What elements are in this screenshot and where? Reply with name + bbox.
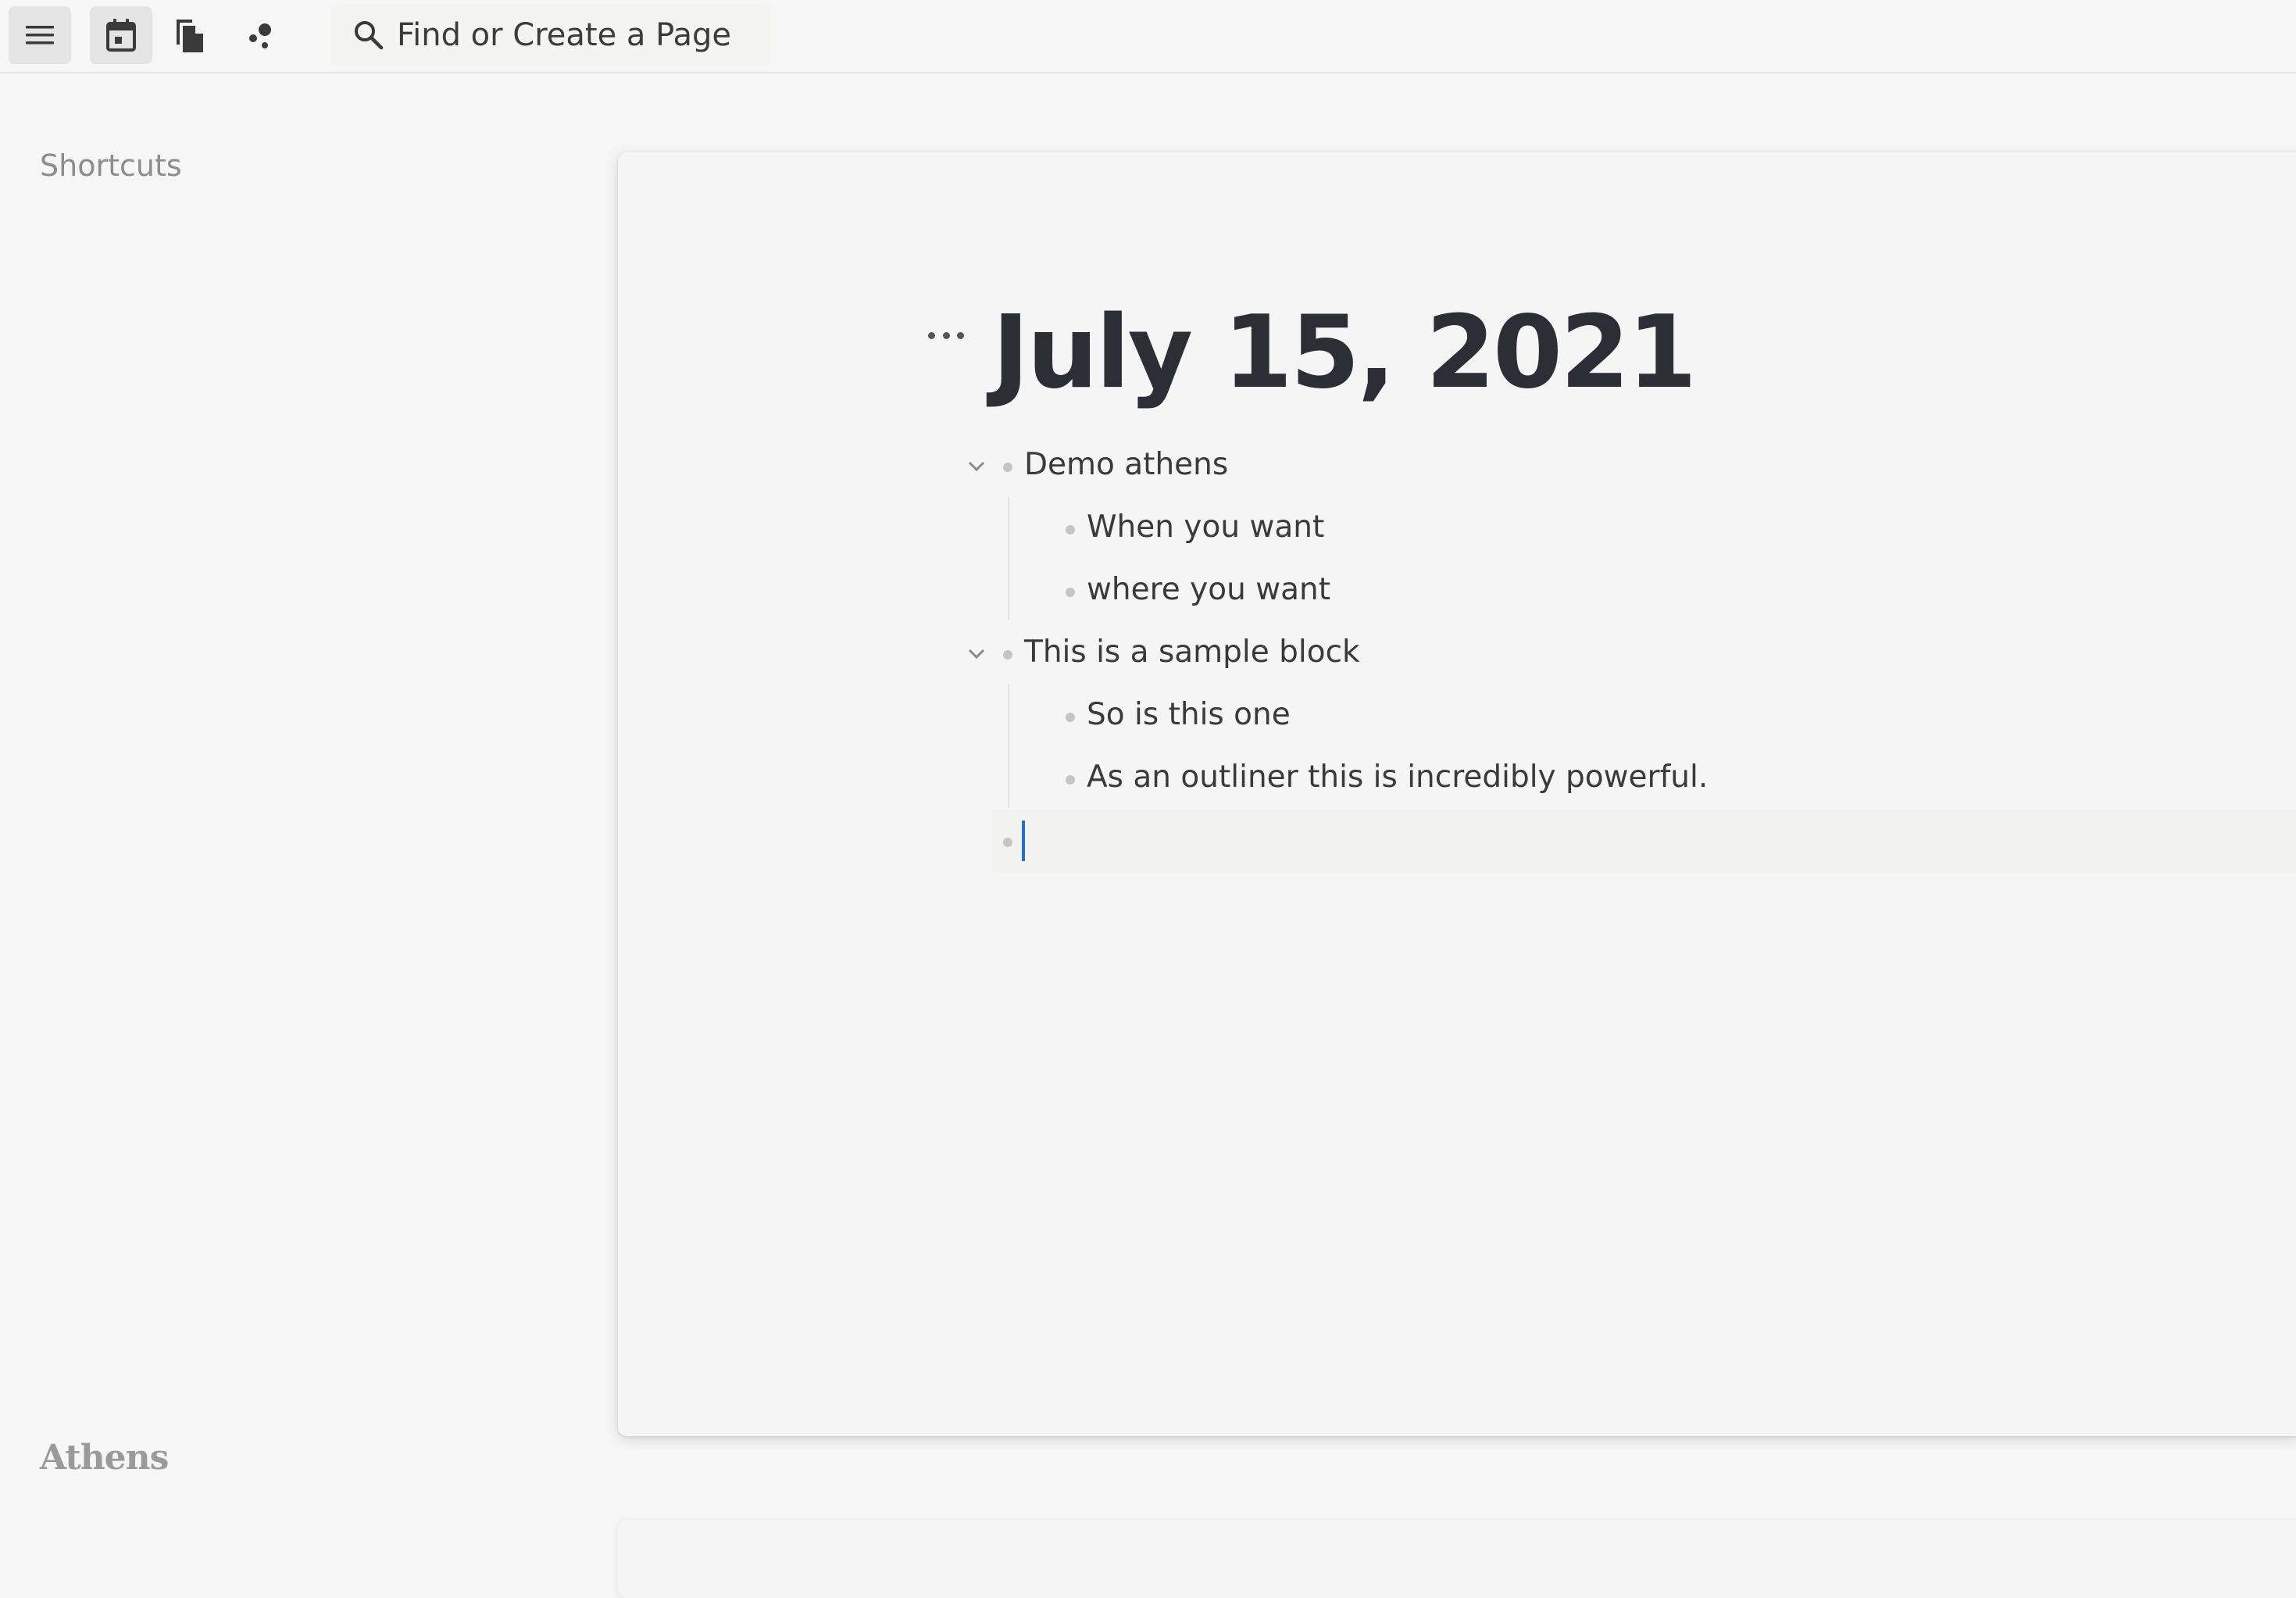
graph-view-button[interactable] (230, 6, 293, 64)
page-menu-button[interactable] (928, 327, 964, 344)
block-bullet[interactable] (1003, 650, 1012, 660)
athens-logo[interactable]: Athens (40, 1438, 169, 1478)
block-bullet[interactable] (1003, 463, 1012, 472)
search-placeholder: Find or Create a Page (397, 17, 731, 53)
left-sidebar-toggle-button[interactable] (9, 6, 71, 64)
dot-icon (928, 331, 935, 339)
block-text[interactable]: This is a sample block (1024, 635, 1360, 670)
block-text[interactable]: Demo athens (1024, 447, 1228, 482)
page-title[interactable]: July 15, 2021 (992, 295, 1697, 410)
dot-icon (957, 331, 964, 339)
block-bullet[interactable] (1066, 775, 1075, 785)
block-toggle-chevron-down-icon[interactable] (965, 642, 988, 666)
block-bullet[interactable] (1003, 838, 1012, 847)
left-sidebar (0, 75, 617, 1582)
hamburger-menu-icon (26, 26, 54, 45)
children-guide-line (1008, 497, 1009, 620)
dot-icon (942, 331, 950, 339)
chevron-down-icon (968, 461, 985, 472)
text-caret (1022, 820, 1025, 861)
top-toolbar: Find or Create a Page (0, 0, 2296, 73)
block-bullet[interactable] (1066, 588, 1075, 597)
calendar-icon (106, 19, 136, 52)
block-toggle-chevron-down-icon[interactable] (965, 455, 988, 478)
block-text[interactable]: As an outliner this is incredibly powerf… (1087, 760, 1708, 795)
shortcuts-heading: Shortcuts (40, 148, 182, 183)
chevron-down-icon (968, 649, 985, 660)
editing-block-row[interactable] (992, 810, 2296, 874)
search-icon (355, 21, 384, 50)
find-or-create-page-search[interactable]: Find or Create a Page (331, 5, 770, 66)
block-bullet[interactable] (1066, 525, 1075, 534)
pages-icon (177, 20, 203, 52)
graph-icon (249, 23, 271, 48)
next-daily-note-page (618, 1520, 2296, 1598)
children-guide-line (1008, 685, 1009, 808)
block-bullet[interactable] (1066, 713, 1075, 722)
daily-notes-button[interactable] (90, 6, 152, 64)
block-text[interactable]: When you want (1087, 509, 1324, 545)
block-text[interactable]: where you want (1087, 572, 1330, 607)
block-text[interactable]: So is this one (1087, 697, 1291, 732)
all-pages-button[interactable] (159, 6, 221, 64)
